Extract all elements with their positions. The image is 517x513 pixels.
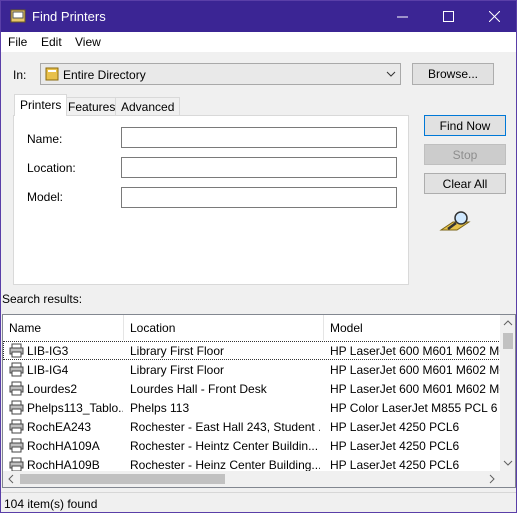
vertical-scroll-thumb[interactable]	[503, 333, 513, 349]
cell-model: HP LaserJet 4250 PCL6	[330, 458, 460, 472]
results-list[interactable]: Name Location Model LIB-IG3 Library First…	[2, 314, 516, 488]
cell-model: HP Color LaserJet M855 PCL 6	[330, 401, 498, 415]
menu-edit[interactable]: Edit	[41, 35, 62, 49]
name-field[interactable]	[121, 127, 397, 148]
table-row[interactable]: RochHA109A Rochester - Heintz Center Buil…	[3, 436, 501, 455]
cell-name: RochEA243	[27, 420, 92, 434]
table-row[interactable]: Phelps113_Tablo... Phelps 113 HP Color Las…	[3, 398, 501, 417]
title-bar: Find Printers	[1, 1, 516, 32]
printer-icon	[9, 438, 24, 453]
cell-name: LIB-IG3	[27, 344, 69, 358]
printer-icon	[9, 400, 24, 415]
printer-icon	[9, 381, 24, 396]
table-row[interactable]: LIB-IG3 Library First Floor HP LaserJet 60…	[3, 341, 501, 360]
cell-location: Library First Floor	[130, 344, 225, 358]
minimize-button[interactable]	[379, 1, 425, 32]
find-printers-window: Find Printers File Edit View In: Entire …	[0, 0, 517, 513]
cell-model: HP LaserJet 4250 PCL6	[330, 420, 460, 434]
scroll-down-icon[interactable]	[500, 455, 516, 471]
directory-icon	[45, 67, 59, 81]
clear-all-button[interactable]: Clear All	[424, 173, 506, 194]
table-row[interactable]: Lourdes2 Lourdes Hall - Front Desk HP Lase…	[3, 379, 501, 398]
cell-location: Library First Floor	[130, 363, 225, 377]
menu-file[interactable]: File	[8, 35, 27, 49]
cell-model: HP LaserJet 600 M601 M602 M603	[330, 382, 501, 396]
scope-dropdown[interactable]: Entire Directory	[40, 63, 401, 85]
cell-name: RochHA109B	[27, 458, 100, 472]
scope-selected-value: Entire Directory	[63, 68, 146, 82]
find-now-button[interactable]: Find Now	[424, 115, 506, 136]
model-field[interactable]	[121, 187, 397, 208]
name-label: Name:	[27, 132, 63, 146]
column-header-location[interactable]: Location	[124, 315, 324, 340]
scroll-corner	[500, 471, 515, 487]
tab-features[interactable]: Features	[62, 97, 122, 115]
maximize-button[interactable]	[425, 1, 471, 32]
cell-name: Lourdes2	[27, 382, 78, 396]
printer-icon	[9, 362, 24, 377]
printer-icon	[9, 343, 24, 358]
maximize-icon	[442, 11, 454, 22]
menu-view[interactable]: View	[75, 35, 101, 49]
tab-advanced[interactable]: Advanced	[115, 97, 181, 115]
chevron-down-icon	[386, 71, 396, 77]
horizontal-scrollbar[interactable]	[3, 471, 500, 487]
scroll-left-icon[interactable]	[3, 471, 19, 487]
menu-bar: File Edit View	[1, 32, 516, 52]
cell-model: HP LaserJet 4250 PCL6	[330, 439, 460, 453]
cell-name: RochHA109A	[27, 439, 100, 453]
search-results-label: Search results:	[2, 292, 83, 306]
scroll-up-icon[interactable]	[500, 315, 516, 331]
window-title: Find Printers	[32, 9, 106, 24]
printer-icon	[9, 457, 24, 472]
search-magnifier-icon	[439, 211, 471, 231]
cell-name: LIB-IG4	[27, 363, 69, 377]
model-label: Model:	[27, 190, 64, 204]
printer-icon	[9, 419, 24, 434]
cell-location: Rochester - Heinz Center Building...	[130, 458, 320, 472]
tab-printers[interactable]: Printers	[14, 94, 68, 116]
stop-button[interactable]: Stop	[424, 144, 506, 165]
cell-location: Rochester - Heintz Center Buildin...	[130, 439, 319, 453]
close-icon	[488, 11, 500, 22]
column-header-model[interactable]: Model	[324, 315, 504, 340]
vertical-scrollbar[interactable]	[500, 315, 516, 471]
minimize-icon	[396, 16, 408, 18]
close-button[interactable]	[471, 1, 517, 32]
location-label: Location:	[27, 161, 76, 175]
table-row[interactable]: LIB-IG4 Library First Floor HP LaserJet 60…	[3, 360, 501, 379]
status-bar: 104 item(s) found	[1, 492, 516, 512]
cell-model: HP LaserJet 600 M601 M602 M603	[330, 363, 501, 377]
cell-location: Rochester - East Hall 243, Student ...	[130, 420, 320, 434]
cell-name: Phelps113_Tablo...	[27, 401, 123, 415]
find-printers-icon	[10, 9, 26, 23]
cell-model: HP LaserJet 600 M601 M602 M603	[330, 344, 501, 358]
horizontal-scroll-thumb[interactable]	[20, 474, 225, 484]
column-header-name[interactable]: Name	[3, 315, 124, 340]
scroll-right-icon[interactable]	[484, 471, 500, 487]
browse-button[interactable]: Browse...	[412, 63, 494, 85]
cell-location: Lourdes Hall - Front Desk	[130, 382, 267, 396]
status-text: 104 item(s) found	[4, 497, 98, 511]
cell-location: Phelps 113	[130, 401, 190, 415]
location-field[interactable]	[121, 157, 397, 178]
table-row[interactable]: RochEA243 Rochester - East Hall 243, Stud…	[3, 417, 501, 436]
in-label: In:	[13, 68, 27, 82]
